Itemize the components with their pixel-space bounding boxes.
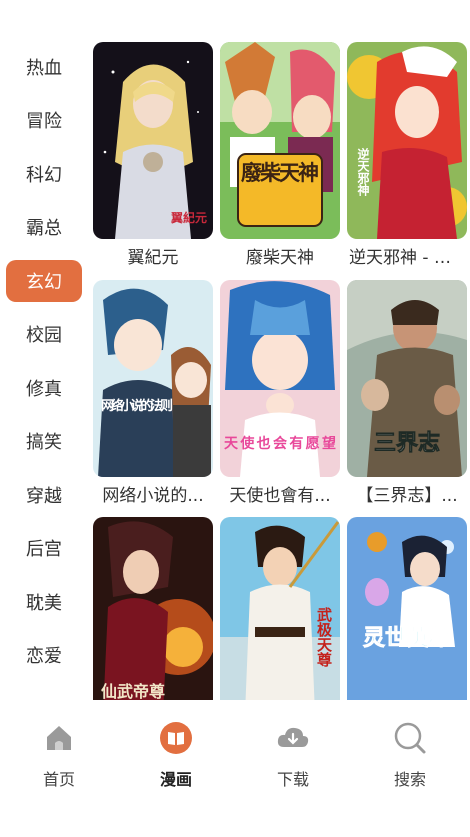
category-label: 校园 [26, 325, 62, 347]
tab-download[interactable]: 下载 [253, 720, 333, 790]
comic-card[interactable]: 三界志 【三界志】... [347, 280, 467, 515]
comic-card[interactable]: 网络小说的法则 网络小说的... [93, 280, 213, 515]
category-label: 后宫 [26, 539, 62, 561]
comic-card[interactable]: 仙武帝尊 [93, 517, 213, 700]
tab-label: 首页 [42, 770, 75, 789]
comic-cover[interactable]: 翼紀元 [93, 42, 213, 239]
category-label-active: 玄幻 [6, 259, 82, 302]
comic-cover[interactable]: 逆天邪神 [347, 42, 467, 239]
comic-title[interactable]: 翼紀元 [93, 239, 213, 277]
tab-label: 下载 [276, 770, 309, 789]
category-label: 修真 [26, 378, 62, 400]
category-label: 科幻 [26, 164, 62, 186]
category-label: 冒险 [26, 111, 62, 133]
comic-cover[interactable]: 天使也会有愿望 [220, 280, 340, 477]
comic-cover[interactable]: 网络小说的法则 [93, 280, 213, 477]
comic-title[interactable]: 网络小说的... [93, 477, 213, 515]
tab-label: 搜索 [393, 770, 426, 789]
category-item-kehuan[interactable]: 科幻 [0, 147, 88, 201]
cover-title-text: 廢柴天神 [241, 161, 319, 185]
comic-grid[interactable]: 翼紀元 翼紀元 廢柴天神 廢柴天神 逆天邪神 逆天邪神 - 二... 网络小说的… [92, 42, 470, 700]
home-icon [41, 720, 77, 756]
category-item-xiaoyuan[interactable]: 校园 [0, 308, 88, 362]
category-item-xuanhuan[interactable]: 玄幻 [0, 254, 88, 308]
comic-title[interactable]: 廢柴天神 [220, 239, 340, 277]
comic-card[interactable]: 翼紀元 翼紀元 [93, 42, 213, 277]
comic-cover[interactable]: 仙武帝尊 [93, 517, 213, 700]
category-item-bazong[interactable]: 霸总 [0, 201, 88, 255]
category-item-gaoxiao[interactable]: 搞笑 [0, 415, 88, 469]
category-item-danmei[interactable]: 耽美 [0, 575, 88, 629]
category-label: 热血 [26, 57, 62, 79]
category-item-hougong[interactable]: 后宫 [0, 522, 88, 576]
category-item-maoxian[interactable]: 冒险 [0, 94, 88, 148]
cover-title-text: 逆天邪神 [356, 147, 370, 197]
comic-cover[interactable]: 三界志 [347, 280, 467, 477]
tab-label: 漫画 [159, 770, 192, 789]
category-item-rexue[interactable]: 热血 [0, 40, 88, 94]
comic-cover[interactable]: 廢柴天神 [220, 42, 340, 239]
cover-title-text: 仙武帝尊 [101, 682, 165, 700]
tab-home[interactable]: 首页 [19, 720, 99, 790]
tab-comics[interactable]: 漫画 [136, 720, 216, 790]
tab-search[interactable]: 搜索 [370, 720, 450, 790]
category-item-chuanyue[interactable]: 穿越 [0, 468, 88, 522]
comic-title[interactable]: 天使也會有... [220, 477, 340, 515]
book-icon [158, 720, 194, 756]
category-label: 穿越 [26, 485, 62, 507]
category-sidebar: 热血 冒险 科幻 霸总 玄幻 校园 修真 搞笑 穿越 后宫 耽美 恋爱 [0, 40, 88, 682]
cover-title-text: 天使也会有愿望 [224, 435, 336, 452]
bottom-tab-bar: 首页 漫画 下载 搜索 [0, 700, 470, 837]
comic-cover[interactable]: 武极天尊 [220, 517, 340, 700]
search-icon [392, 720, 428, 756]
comic-card[interactable]: 逆天邪神 逆天邪神 - 二... [347, 42, 467, 277]
category-label: 耽美 [26, 592, 62, 614]
comic-card[interactable]: 廢柴天神 廢柴天神 [220, 42, 340, 277]
comic-title[interactable]: 【三界志】... [347, 477, 467, 515]
comic-card[interactable]: 灵世英雄 [347, 517, 467, 700]
cover-title-text: 灵世英雄 [363, 626, 451, 651]
comic-card[interactable]: 武极天尊 [220, 517, 340, 700]
cover-title-text: 三界志 [374, 430, 440, 456]
cover-title-text: 网络小说的法则 [101, 398, 173, 414]
category-item-lianai[interactable]: 恋爱 [0, 629, 88, 683]
cover-title-text: 翼紀元 [170, 210, 207, 225]
comic-title[interactable]: 逆天邪神 - 二... [347, 239, 467, 277]
category-item-xiuzhen[interactable]: 修真 [0, 361, 88, 415]
cover-title-text: 武极天尊 [315, 606, 333, 668]
cloud-download-icon [275, 720, 311, 756]
comic-cover[interactable]: 灵世英雄 [347, 517, 467, 700]
category-label: 霸总 [26, 218, 62, 240]
app-root: 热血 冒险 科幻 霸总 玄幻 校园 修真 搞笑 穿越 后宫 耽美 恋爱 翼紀元 … [0, 0, 470, 837]
comic-card[interactable]: 天使也会有愿望 天使也會有... [220, 280, 340, 515]
category-label: 搞笑 [26, 432, 62, 454]
category-label: 恋爱 [26, 646, 62, 668]
